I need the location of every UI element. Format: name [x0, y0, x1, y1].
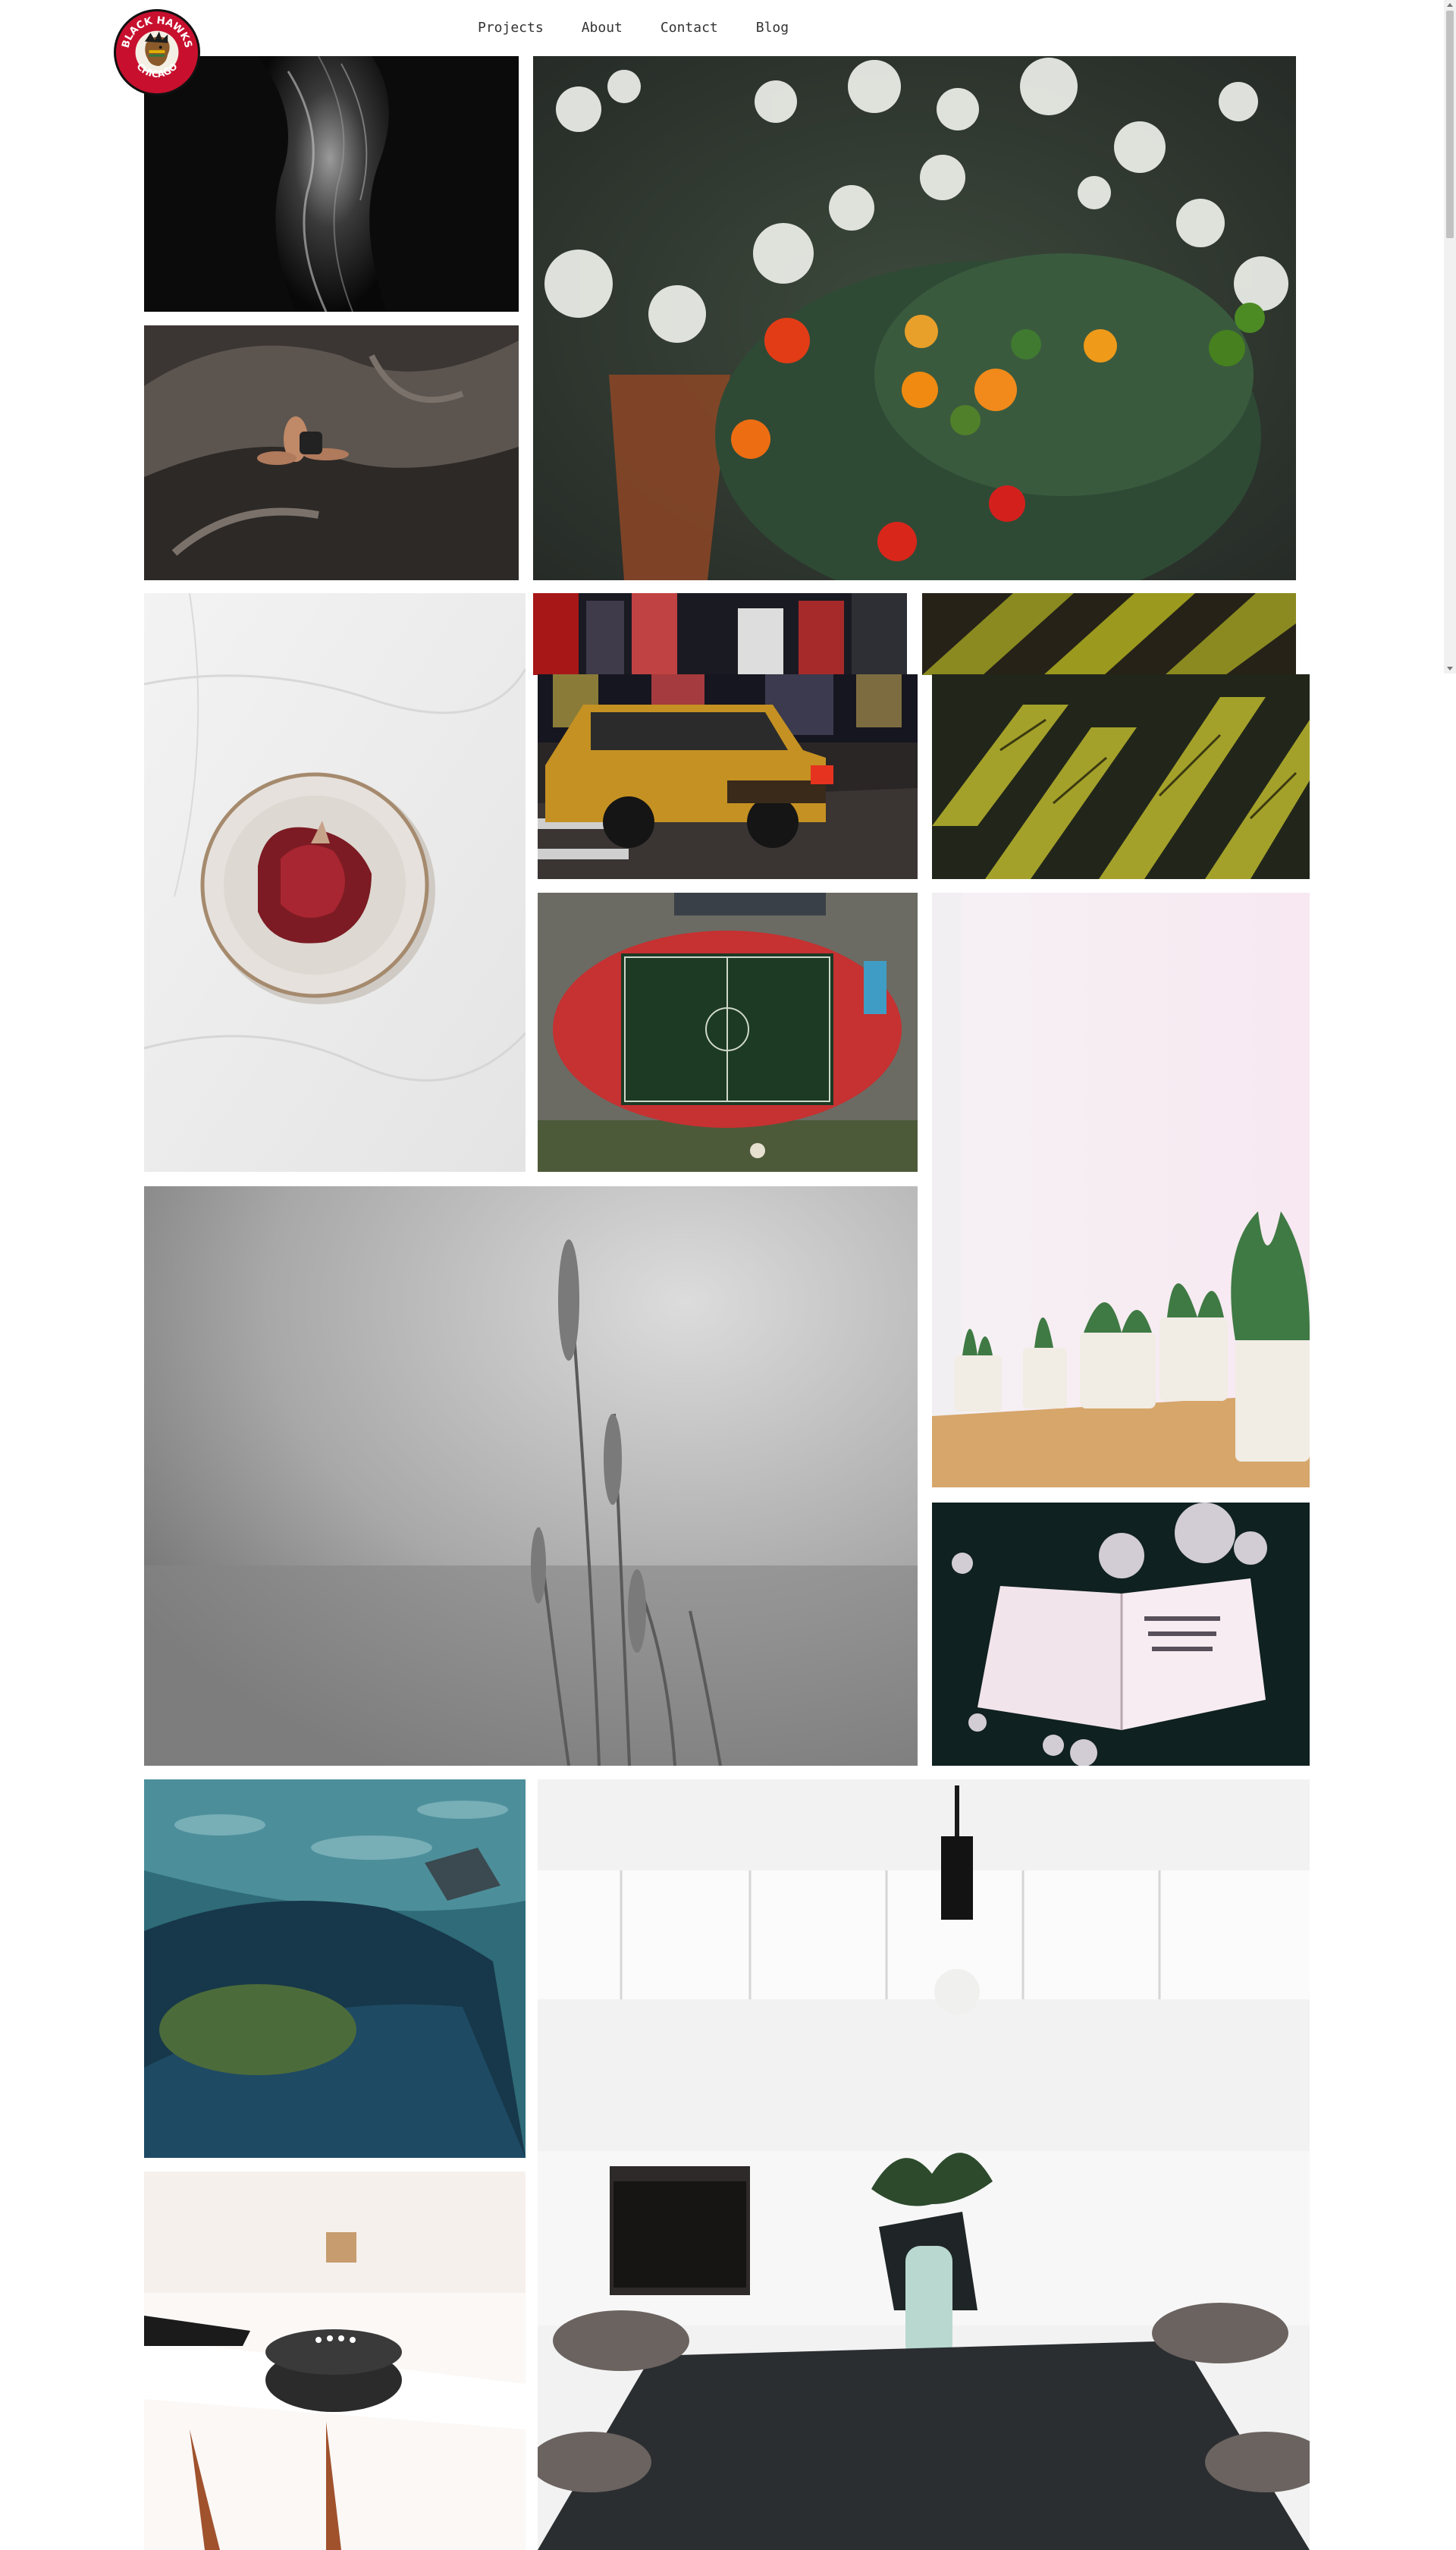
photo-fern[interactable]	[932, 674, 1310, 879]
photo-grass[interactable]	[144, 1186, 918, 1766]
photo-ocean-legs[interactable]	[144, 1779, 526, 2158]
photo-berries[interactable]	[533, 56, 1296, 580]
photo-taxi-strip[interactable]	[533, 593, 907, 675]
nav-link-about[interactable]: About	[582, 20, 623, 36]
photo-canyon[interactable]	[144, 56, 519, 312]
photo-pomegranate[interactable]	[144, 593, 526, 1172]
photo-taxi[interactable]	[538, 674, 918, 879]
photo-smart-speaker[interactable]	[144, 2172, 526, 2550]
photo-succulents[interactable]	[932, 893, 1310, 1487]
scroll-up-arrow-icon[interactable]	[1447, 3, 1453, 7]
photo-kitchen[interactable]	[538, 1779, 1310, 2550]
nav-link-contact[interactable]: Contact	[661, 20, 718, 36]
blackhawks-logo[interactable]: BLACK HAWKS CHICAGO	[114, 9, 200, 96]
scroll-down-arrow-icon[interactable]	[1447, 667, 1453, 670]
nav-link-projects[interactable]: Projects	[478, 20, 544, 36]
photo-stadium[interactable]	[538, 893, 918, 1172]
photo-climber[interactable]	[144, 325, 519, 580]
top-navigation: Projects About Contact Blog	[0, 0, 1456, 56]
photo-book[interactable]	[932, 1503, 1310, 1766]
page-scrollbar[interactable]	[1444, 0, 1456, 674]
nav-links: Projects About Contact Blog	[478, 20, 827, 36]
photo-fern-strip[interactable]	[922, 593, 1296, 675]
scroll-thumb[interactable]	[1446, 11, 1454, 238]
nav-link-blog[interactable]: Blog	[756, 20, 789, 36]
